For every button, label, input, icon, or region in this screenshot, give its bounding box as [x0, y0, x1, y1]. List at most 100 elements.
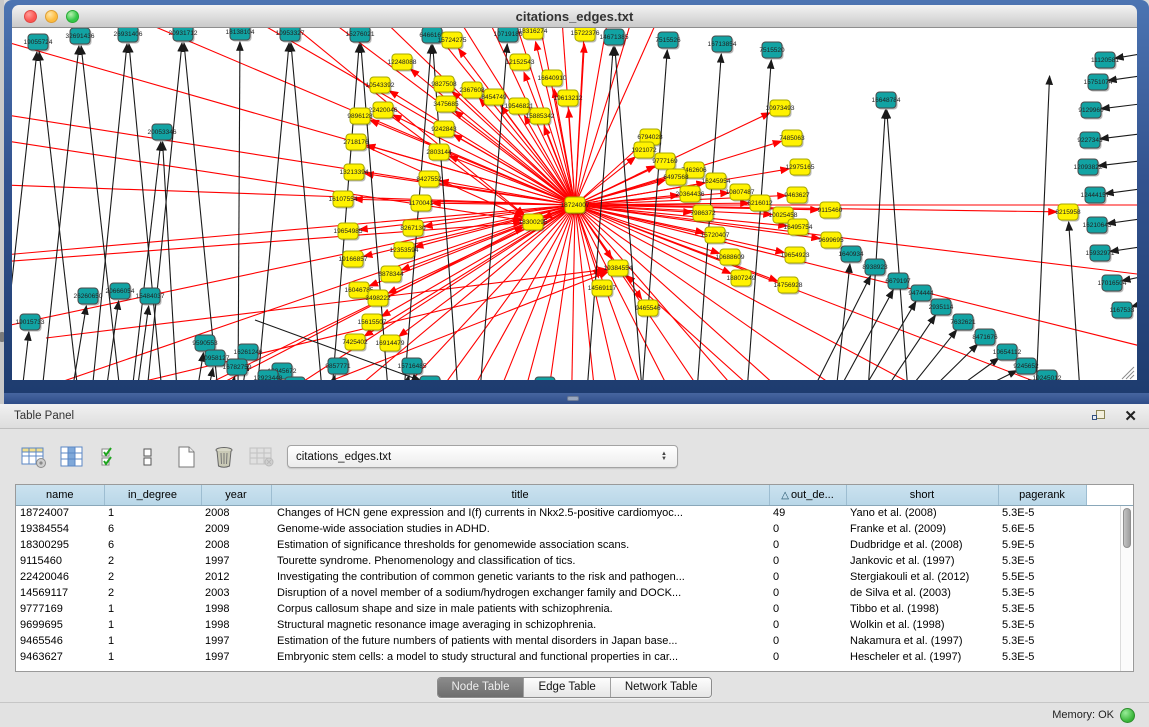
network-node[interactable]: 10688609 [716, 249, 745, 267]
network-node[interactable]: 9896128 [347, 108, 373, 126]
table-selector-dropdown[interactable]: citations_edges.txt ▲▼ [287, 445, 678, 468]
table-row[interactable]: 1872400712008Changes of HCN gene express… [16, 505, 1133, 521]
table-row[interactable]: 969969511998Structural magnetic resonanc… [16, 617, 1133, 633]
network-node[interactable]: 1170041 [409, 195, 434, 213]
network-node[interactable]: 9245652 [1013, 358, 1039, 376]
column-header-title[interactable]: title [271, 485, 769, 505]
network-node[interactable]: 20931712 [169, 28, 198, 43]
network-node[interactable]: 8938923 [862, 259, 888, 277]
network-node[interactable]: 2718176 [343, 134, 369, 152]
network-node[interactable]: 19384554 [604, 260, 633, 278]
horizontal-splitter[interactable] [4, 393, 1149, 404]
table-scrollbar[interactable] [1120, 506, 1132, 671]
tab-network-table[interactable]: Network Table [611, 678, 712, 697]
network-node[interactable]: 26931406 [114, 28, 143, 44]
network-node[interactable]: 15484037 [136, 288, 165, 306]
network-node[interactable]: 3498222 [365, 290, 391, 308]
column-header-year[interactable]: year [201, 485, 271, 505]
network-node[interactable]: 16648784 [872, 92, 901, 110]
network-node[interactable]: 16245954 [702, 173, 731, 191]
network-node[interactable]: 15724275 [438, 32, 467, 50]
network-node[interactable]: 14569117 [588, 280, 617, 298]
network-node[interactable]: 7986372 [690, 205, 716, 223]
table-row[interactable]: 946554611997Estimation of the future num… [16, 633, 1133, 649]
column-header-pagerank[interactable]: pagerank [998, 485, 1086, 505]
network-node[interactable]: 19246548 [531, 377, 560, 380]
network-node[interactable]: 8215958 [1055, 204, 1081, 222]
network-node[interactable]: 1167533 [1110, 302, 1135, 320]
network-node[interactable]: 19613212 [554, 90, 583, 108]
delete-table-icon[interactable] [248, 442, 276, 472]
network-node[interactable]: 19654923 [781, 247, 810, 265]
tab-edge-table[interactable]: Edge Table [524, 678, 610, 697]
network-node[interactable]: 7515520 [759, 42, 785, 60]
table-row[interactable]: 2242004622012Investigating the contribut… [16, 569, 1133, 585]
network-node[interactable]: 9242843 [431, 121, 457, 139]
table-mode-icon[interactable] [20, 442, 48, 472]
network-node[interactable]: 18316274 [519, 28, 548, 41]
network-node[interactable]: 9857771 [325, 358, 351, 376]
network-node[interactable]: 20364436 [676, 186, 705, 204]
column-header-name[interactable]: name [16, 485, 104, 505]
network-node[interactable]: 15932971 [1086, 245, 1115, 263]
network-node[interactable]: 18807249 [727, 270, 756, 288]
column-header-out-degree[interactable]: △out_de... [769, 485, 846, 505]
network-node[interactable]: 15276021 [346, 28, 375, 44]
network-node[interactable]: 1921072 [631, 142, 657, 160]
network-node[interactable]: 12444157 [1081, 187, 1110, 205]
network-node[interactable]: 18138104 [226, 28, 255, 42]
table-row[interactable]: 1830029562008Estimation of significance … [16, 537, 1133, 553]
network-node[interactable]: 14756928 [774, 277, 803, 295]
table-row[interactable]: 1938455462009Genome-wide association stu… [16, 521, 1133, 537]
delete-columns-icon[interactable] [210, 442, 238, 472]
network-node[interactable]: 9227343 [1077, 132, 1103, 150]
network-node[interactable]: 6679197 [885, 273, 911, 291]
network-node[interactable]: 2935114 [929, 299, 954, 317]
network-node[interactable]: 12152543 [506, 54, 535, 72]
network-node[interactable]: 7632621 [950, 314, 976, 332]
table-row[interactable]: 946362711997Embryonic stem cells: a mode… [16, 649, 1133, 665]
network-node[interactable]: 7485063 [779, 130, 805, 148]
memory-status-icon[interactable] [1120, 708, 1135, 723]
network-node[interactable]: 16107554 [329, 191, 358, 209]
network-node[interactable]: 22420046 [369, 102, 398, 120]
network-window-titlebar[interactable]: citations_edges.txt [12, 5, 1137, 28]
network-node[interactable]: 10973493 [766, 100, 795, 118]
network-node[interactable]: 16640910 [538, 70, 567, 88]
network-node[interactable]: 12975165 [786, 159, 815, 177]
network-node[interactable]: 19245012 [1033, 370, 1062, 380]
network-node[interactable]: 10953327 [276, 28, 305, 43]
network-node[interactable]: 7515526 [655, 32, 681, 50]
network-node[interactable]: 9115460 [818, 202, 843, 220]
scrollbar-thumb[interactable] [1123, 508, 1131, 548]
network-node[interactable]: 12248088 [388, 54, 417, 72]
network-canvas-svg[interactable]: 1872400719055724326914362693140620931712… [12, 28, 1137, 380]
network-canvas[interactable]: 1872400719055724326914362693140620931712… [12, 28, 1137, 380]
row-merge-icon[interactable] [134, 442, 162, 472]
network-node[interactable]: 26260650 [74, 288, 103, 306]
network-node[interactable]: 15885342 [526, 108, 555, 126]
network-node[interactable]: 12450672 [416, 376, 445, 380]
network-node[interactable]: 15720407 [701, 227, 730, 245]
network-node[interactable]: 15751074 [1084, 74, 1113, 92]
network-node[interactable]: 9699695 [818, 232, 844, 250]
show-columns-icon[interactable] [58, 442, 86, 472]
network-node[interactable]: 2803144 [426, 144, 452, 162]
network-node[interactable]: 32691436 [66, 28, 95, 46]
network-node[interactable]: 9463627 [784, 187, 810, 205]
network-node[interactable]: 7425402 [342, 334, 368, 352]
table-row[interactable]: 911546021997Tourette syndrome. Phenomeno… [16, 553, 1133, 569]
new-column-icon[interactable] [172, 442, 200, 472]
splitter-handle[interactable] [567, 396, 579, 401]
network-node[interactable]: 16210643 [1083, 217, 1112, 235]
network-node[interactable]: 19654985 [334, 223, 363, 241]
network-node[interactable]: 13213394 [340, 164, 369, 182]
network-node[interactable]: 10543392 [366, 77, 395, 95]
close-panel-icon[interactable]: ✕ [1124, 407, 1137, 425]
network-node[interactable]: 8471676 [972, 329, 998, 347]
resize-grip-icon[interactable] [1122, 367, 1134, 379]
network-node[interactable]: 19166857 [339, 251, 368, 269]
network-node[interactable]: 20053346 [148, 124, 177, 142]
table-row[interactable]: 1456911722003Disruption of a novel membe… [16, 585, 1133, 601]
column-header-in-degree[interactable]: in_degree [104, 485, 201, 505]
